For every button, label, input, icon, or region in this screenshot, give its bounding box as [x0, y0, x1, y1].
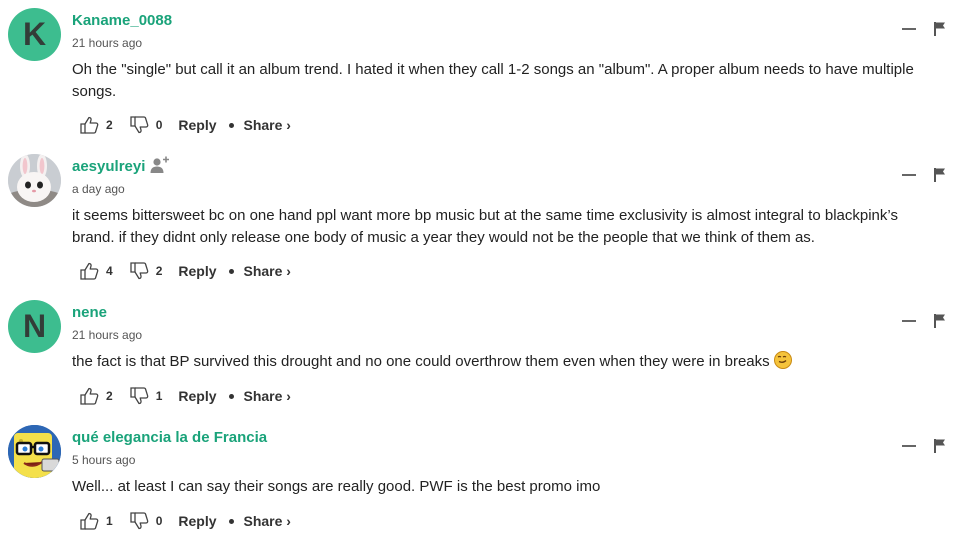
timestamp[interactable]: a day ago [72, 182, 125, 196]
separator-dot [228, 268, 234, 274]
thumbs-down-icon [130, 116, 149, 134]
downvote-button[interactable]: 2 [129, 262, 163, 280]
username[interactable]: nene [72, 304, 107, 321]
collapse-icon[interactable] [902, 445, 916, 447]
username[interactable]: Kaname_0088 [72, 12, 172, 29]
upvote-button[interactable]: 4 [79, 262, 113, 280]
comment-text: the fact is that BP survived this drough… [72, 351, 942, 373]
username[interactable]: aesyulreyi [72, 158, 145, 175]
username[interactable]: qué elegancia la de Francia [72, 429, 267, 446]
collapse-icon[interactable] [902, 320, 916, 322]
avatar[interactable]: N [8, 300, 61, 353]
separator-dot [228, 518, 234, 524]
timestamp[interactable]: 21 hours ago [72, 328, 142, 342]
comment-actions: 2 0 Reply Share › [79, 115, 291, 135]
comment-actions: 4 2 Reply Share › [79, 261, 291, 281]
upvote-button[interactable]: 2 [79, 387, 113, 405]
thumbs-down-icon [130, 387, 149, 405]
reply-button[interactable]: Reply [178, 513, 216, 529]
spongebob-glasses-avatar [8, 425, 61, 478]
comment-actions: 2 1 Reply Share › [79, 386, 291, 406]
share-button[interactable]: Share › [244, 117, 291, 133]
comment: N nene 21 hours ago the fact is that BP … [0, 300, 960, 412]
upvote-count: 2 [106, 389, 113, 403]
downvote-count: 2 [155, 264, 163, 278]
reply-button[interactable]: Reply [178, 263, 216, 279]
downvote-button[interactable]: 1 [129, 387, 163, 405]
comment-actions: 1 0 Reply Share › [79, 511, 291, 531]
thumbs-up-icon [80, 387, 99, 405]
downvote-count: 0 [155, 118, 163, 132]
separator-dot [228, 393, 234, 399]
collapse-icon[interactable] [902, 174, 916, 176]
thumbs-down-icon [130, 262, 149, 280]
separator-dot [228, 122, 234, 128]
bunny-plush-avatar [8, 154, 61, 207]
flag-icon[interactable] [934, 22, 946, 36]
flag-icon[interactable] [934, 168, 946, 182]
comment-text: it seems bittersweet bc on one hand ppl … [72, 207, 898, 246]
comment-menu [902, 22, 946, 36]
upvote-count: 2 [106, 118, 113, 132]
collapse-icon[interactable] [902, 28, 916, 30]
downvote-button[interactable]: 0 [129, 512, 163, 530]
reply-button[interactable]: Reply [178, 388, 216, 404]
comment-text: Well... at least I can say their songs a… [72, 478, 601, 495]
flag-icon[interactable] [934, 439, 946, 453]
comment: qué elegancia la de Francia 5 hours ago … [0, 425, 960, 537]
timestamp[interactable]: 21 hours ago [72, 36, 142, 50]
smirk-emoji [773, 351, 792, 369]
upvote-count: 1 [106, 514, 113, 528]
timestamp[interactable]: 5 hours ago [72, 453, 135, 467]
downvote-button[interactable]: 0 [129, 116, 163, 134]
avatar[interactable] [8, 425, 61, 478]
avatar[interactable]: K [8, 8, 61, 61]
comment-menu [902, 168, 946, 182]
avatar[interactable] [8, 154, 61, 207]
reply-button[interactable]: Reply [178, 117, 216, 133]
thumbs-up-icon [80, 512, 99, 530]
comment: K Kaname_0088 21 hours ago Oh the "singl… [0, 8, 960, 142]
downvote-count: 1 [155, 389, 163, 403]
upvote-count: 4 [106, 264, 113, 278]
share-button[interactable]: Share › [244, 513, 291, 529]
thumbs-down-icon [130, 512, 149, 530]
downvote-count: 0 [155, 514, 163, 528]
share-button[interactable]: Share › [244, 263, 291, 279]
comment-text: Oh the "single" but call it an album tre… [72, 61, 914, 100]
follow-user-icon[interactable] [150, 156, 170, 174]
upvote-button[interactable]: 1 [79, 512, 113, 530]
upvote-button[interactable]: 2 [79, 116, 113, 134]
comment-menu [902, 314, 946, 328]
thumbs-up-icon [80, 262, 99, 280]
comment: aesyulreyi a day ago it seems bitterswee… [0, 154, 960, 288]
share-button[interactable]: Share › [244, 388, 291, 404]
comment-text-content: the fact is that BP survived this drough… [72, 353, 770, 370]
comment-menu [902, 439, 946, 453]
thumbs-up-icon [80, 116, 99, 134]
flag-icon[interactable] [934, 314, 946, 328]
